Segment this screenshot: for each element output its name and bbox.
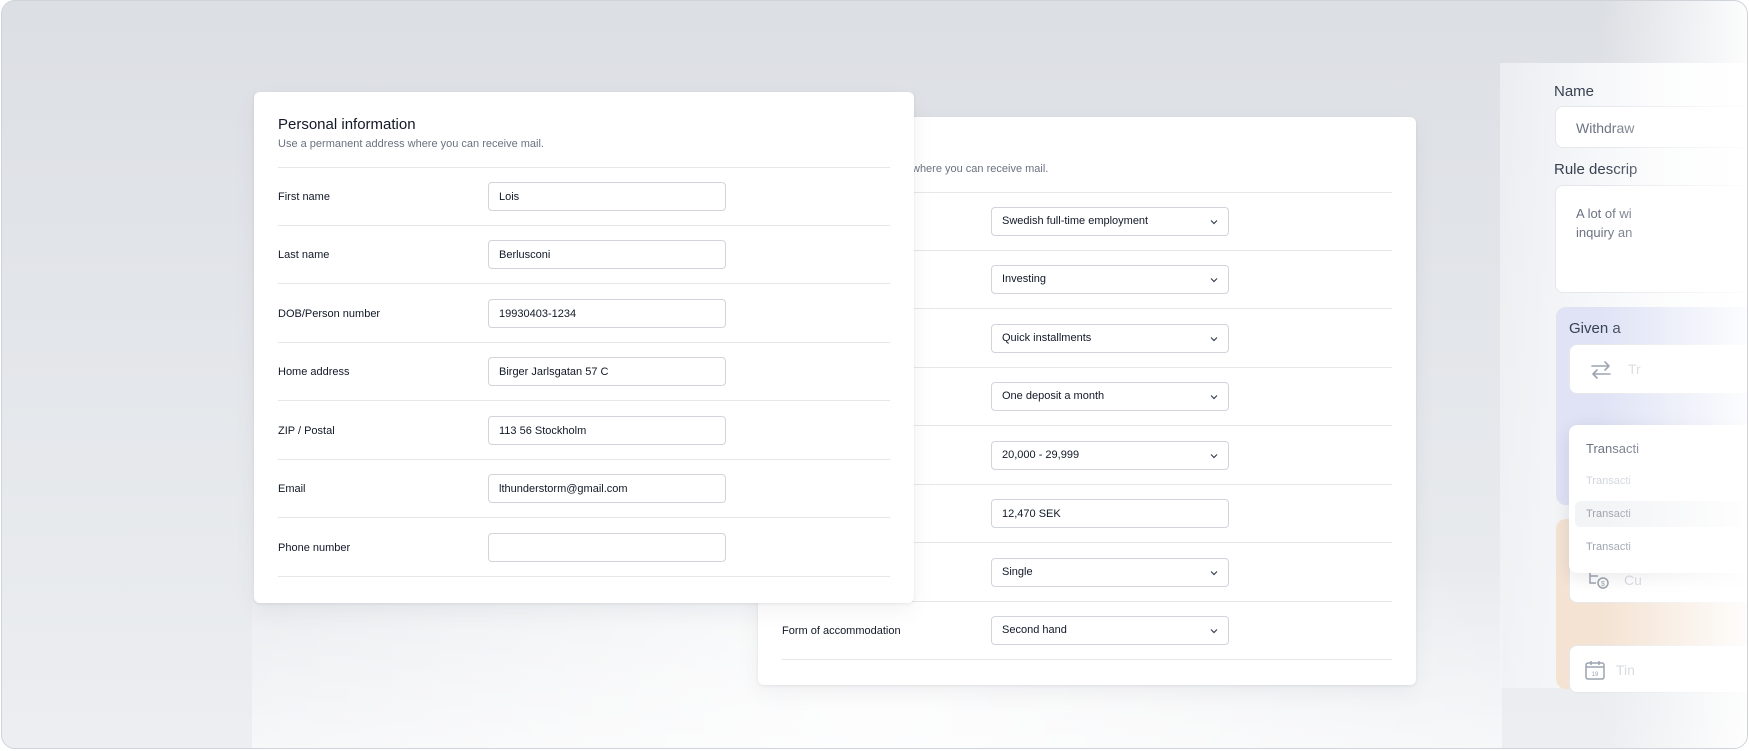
- dob-field[interactable]: [488, 299, 726, 328]
- marital-status-select-value: Single: [1002, 566, 1033, 578]
- transaction-selector-text: Tr: [1628, 361, 1641, 377]
- divider: [278, 342, 890, 343]
- given-label: Given a: [1569, 320, 1621, 337]
- preferences-card-subtitle: where you can receive mail.: [912, 163, 1049, 175]
- divider: [278, 576, 890, 577]
- canvas-background: where you can receive mail. Swedish full…: [1, 0, 1748, 749]
- calendar-day: 19: [1592, 672, 1599, 678]
- installment-select[interactable]: Quick installments: [991, 324, 1229, 353]
- divider: [278, 459, 890, 460]
- home-address-field[interactable]: [488, 357, 726, 386]
- last-name-label: Last name: [278, 249, 330, 261]
- amount-input[interactable]: [991, 499, 1229, 528]
- chevron-down-icon: [1210, 220, 1218, 225]
- zip-label: ZIP / Postal: [278, 425, 335, 437]
- purpose-select[interactable]: Investing: [991, 265, 1229, 294]
- name-label: Name: [1554, 83, 1595, 100]
- deposit-frequency-select-value: One deposit a month: [1002, 390, 1105, 402]
- rule-description-label: Rule descrip: [1554, 161, 1638, 178]
- chevron-down-icon: [1210, 454, 1218, 459]
- time-selector[interactable]: 19 Tin: [1569, 645, 1747, 693]
- currency-selector-text: Cu: [1624, 572, 1642, 588]
- installment-select-value: Quick installments: [1002, 332, 1092, 344]
- name-input-value: Withdraw: [1576, 120, 1635, 136]
- last-name-field[interactable]: [488, 240, 726, 269]
- dropdown-item[interactable]: Transacti: [1586, 441, 1639, 456]
- home-address-label: Home address: [278, 366, 350, 378]
- deposit-frequency-select[interactable]: One deposit a month: [991, 382, 1229, 411]
- accommodation-label: Form of accommodation: [782, 625, 901, 637]
- chevron-down-icon: [1210, 395, 1218, 400]
- calendar-icon: 19: [1585, 661, 1605, 680]
- dropdown-item[interactable]: Transacti: [1586, 508, 1631, 520]
- personal-information-card: Personal information Use a permanent add…: [254, 92, 914, 603]
- name-input[interactable]: Withdraw: [1555, 106, 1747, 148]
- divider: [278, 283, 890, 284]
- divider: [782, 659, 1392, 660]
- currency-icon: $: [1589, 573, 1609, 589]
- divider: [278, 167, 890, 168]
- card-title: Personal information: [278, 116, 416, 133]
- employment-select-value: Swedish full-time employment: [1002, 215, 1149, 227]
- email-field[interactable]: [488, 474, 726, 503]
- dropdown-item[interactable]: Transacti: [1586, 475, 1631, 487]
- first-name-field[interactable]: [488, 182, 726, 211]
- purpose-select-value: Investing: [1002, 273, 1047, 285]
- chevron-down-icon: [1210, 278, 1218, 283]
- divider: [278, 400, 890, 401]
- rule-description-textarea[interactable]: A lot of wi inquiry an: [1555, 185, 1747, 293]
- first-name-label: First name: [278, 191, 330, 203]
- chevron-down-icon: [1210, 337, 1218, 342]
- phone-label: Phone number: [278, 542, 351, 554]
- transfer-arrows-icon: [1591, 361, 1611, 379]
- income-range-select[interactable]: 20,000 - 29,999: [991, 441, 1229, 470]
- accommodation-select[interactable]: Second hand: [991, 616, 1229, 645]
- dob-label: DOB/Person number: [278, 308, 381, 320]
- marital-status-select[interactable]: Single: [991, 558, 1229, 587]
- card-subtitle: Use a permanent address where you can re…: [278, 138, 544, 150]
- transaction-selector[interactable]: Tr: [1569, 344, 1747, 394]
- rule-text-line: A lot of wi: [1576, 206, 1632, 221]
- svg-text:$: $: [1601, 581, 1605, 588]
- phone-field[interactable]: [488, 533, 726, 562]
- transaction-dropdown-menu: Transacti Transacti Transacti Transacti: [1569, 425, 1747, 573]
- accommodation-select-value: Second hand: [1002, 624, 1067, 636]
- divider: [278, 225, 890, 226]
- employment-select[interactable]: Swedish full-time employment: [991, 207, 1229, 236]
- zip-field[interactable]: [488, 416, 726, 445]
- time-selector-text: Tin: [1616, 662, 1635, 678]
- email-label: Email: [278, 483, 306, 495]
- dropdown-item[interactable]: Transacti: [1586, 541, 1631, 553]
- divider: [278, 517, 890, 518]
- income-range-select-value: 20,000 - 29,999: [1002, 449, 1080, 461]
- chevron-down-icon: [1210, 629, 1218, 634]
- chevron-down-icon: [1210, 571, 1218, 576]
- rule-text-line: inquiry an: [1576, 225, 1633, 240]
